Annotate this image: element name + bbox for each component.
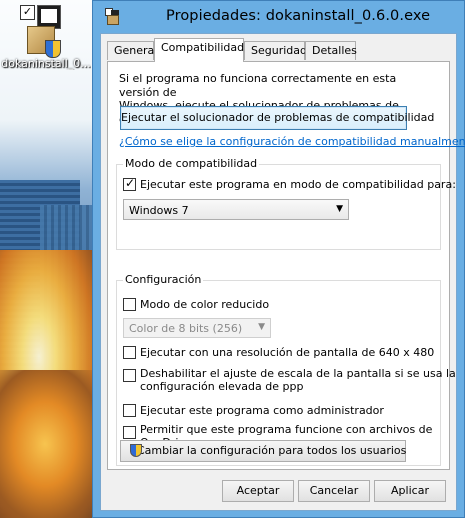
- tab-security[interactable]: Seguridad: [244, 41, 307, 60]
- color-depth-value: Color de 8 bits (256): [129, 322, 243, 335]
- apply-button[interactable]: Aplicar: [374, 480, 446, 502]
- uac-shield-icon: [45, 40, 61, 58]
- run-as-admin-checkbox[interactable]: [123, 404, 136, 417]
- resolution-640-label: Ejecutar con una resolución de pantalla …: [140, 346, 435, 359]
- app-icon[interactable]: [105, 8, 119, 25]
- run-as-admin-label: Ejecutar este programa como administrado…: [140, 404, 384, 417]
- compatibility-mode-legend: Modo de compatibilidad: [123, 157, 260, 170]
- tab-compatibility[interactable]: Compatibilidad: [154, 38, 244, 62]
- dialog-client-area: General Compatibilidad Seguridad Detalle…: [100, 33, 465, 511]
- tab-general[interactable]: General: [107, 41, 157, 60]
- title-bar[interactable]: Propiedades: dokaninstall_0.6.0.exe: [93, 1, 464, 33]
- onedrive-label-line-1: Permitir que este programa funcione con …: [140, 423, 433, 436]
- tab-details[interactable]: Detalles: [305, 41, 357, 60]
- onedrive-checkbox[interactable]: [123, 426, 136, 439]
- dpi-label-line-2: configuración elevada de ppp: [140, 380, 304, 393]
- disable-dpi-scaling-label: Deshabilitar el ajuste de escala de la p…: [140, 367, 456, 393]
- compat-mode-label: Ejecutar este programa en modo de compat…: [140, 178, 456, 191]
- run-troubleshooter-button[interactable]: Ejecutar el solucionador de problemas de…: [120, 106, 434, 130]
- change-settings-all-users-button[interactable]: Cambiar la configuración para todos los …: [120, 440, 406, 462]
- manual-settings-link[interactable]: ¿Cómo se elige la configuración de compa…: [119, 135, 465, 148]
- chevron-down-icon: ▼: [336, 204, 343, 214]
- desktop-icon-label: dokaninstall_0...: [1, 57, 91, 70]
- uac-shield-icon: [130, 444, 142, 457]
- desktop-fire: [0, 370, 100, 518]
- desktop-file-icon[interactable]: ✓ dokaninstall_0...: [0, 0, 92, 72]
- reduced-color-checkbox[interactable]: [123, 298, 136, 311]
- compat-mode-checkbox[interactable]: ✓: [123, 176, 136, 191]
- window-title: Propiedades: dokaninstall_0.6.0.exe: [166, 8, 431, 24]
- os-version-value: Windows 7: [129, 204, 189, 217]
- resolution-640-checkbox[interactable]: [123, 346, 136, 359]
- settings-group: Configuración Modo de color reducido Col…: [116, 273, 456, 466]
- disable-dpi-scaling-checkbox[interactable]: [123, 369, 136, 382]
- dpi-label-line-1: Deshabilitar el ajuste de escala de la p…: [140, 367, 456, 380]
- desktop-icon-checkbox[interactable]: ✓: [20, 5, 35, 20]
- checkmark-icon: ✓: [125, 176, 136, 190]
- color-depth-select[interactable]: Color de 8 bits (256) ▼: [123, 318, 271, 338]
- cancel-button[interactable]: Cancelar: [298, 480, 370, 502]
- intro-line-1: Si el programa no funciona correctamente…: [119, 72, 397, 99]
- properties-dialog: Propiedades: dokaninstall_0.6.0.exe Gene…: [92, 0, 465, 518]
- reduced-color-label: Modo de color reducido: [140, 298, 270, 311]
- compatibility-mode-group: Modo de compatibilidad ✓ Ejecutar este p…: [116, 157, 456, 250]
- compatibility-tab-page: Si el programa no funciona correctamente…: [107, 61, 465, 470]
- ok-button[interactable]: Aceptar: [222, 480, 294, 502]
- settings-legend: Configuración: [123, 273, 204, 286]
- os-version-select[interactable]: Windows 7 ▼: [123, 199, 349, 220]
- chevron-down-icon: ▼: [258, 322, 265, 332]
